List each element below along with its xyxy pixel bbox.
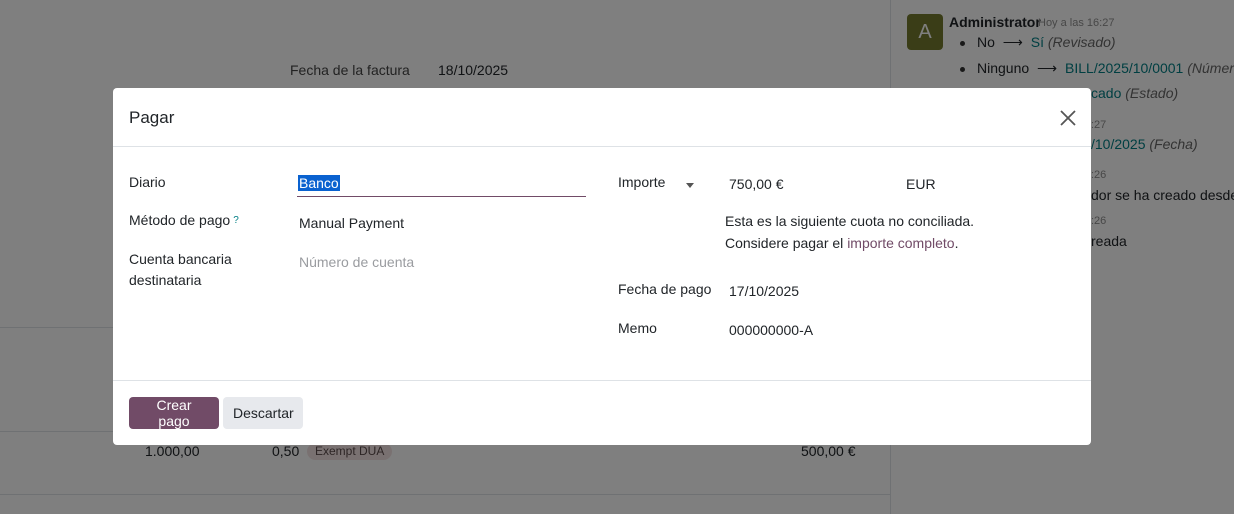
help-icon[interactable]: ? bbox=[233, 215, 239, 226]
bank-account-label: Cuenta bancaria destinataria bbox=[129, 251, 232, 288]
memo-input[interactable]: 000000000-A bbox=[729, 322, 813, 338]
payment-date-label: Fecha de pago bbox=[618, 281, 712, 297]
amount-label: Importe bbox=[618, 174, 666, 190]
dialog-title: Pagar bbox=[129, 108, 175, 127]
journal-label: Diario bbox=[129, 174, 166, 190]
currency-field[interactable]: EUR bbox=[906, 176, 936, 192]
full-amount-link[interactable]: importe completo bbox=[847, 235, 954, 251]
journal-field-underline bbox=[297, 196, 586, 197]
memo-label: Memo bbox=[618, 320, 657, 336]
chevron-down-icon[interactable] bbox=[686, 183, 694, 188]
close-icon bbox=[1060, 110, 1076, 126]
installment-note: Esta es la siguiente cuota no conciliada… bbox=[725, 213, 975, 229]
create-payment-button[interactable]: Crear pago bbox=[129, 397, 219, 429]
close-button[interactable] bbox=[1057, 107, 1079, 129]
dialog-header: Pagar bbox=[113, 88, 1091, 147]
payment-date-input[interactable]: 17/10/2025 bbox=[729, 283, 799, 299]
bank-account-input[interactable]: Número de cuenta bbox=[299, 254, 414, 270]
payment-dialog: Pagar Diario Banco Método de pago? Manua… bbox=[113, 88, 1091, 445]
installment-note: Considere pagar el importe completo. bbox=[725, 235, 959, 251]
payment-method-label: Método de pago? bbox=[129, 212, 239, 228]
journal-select[interactable]: Banco bbox=[298, 175, 340, 191]
dialog-footer: Crear pago Descartar bbox=[113, 380, 1091, 446]
journal-value: Banco bbox=[298, 175, 340, 191]
amount-input[interactable]: 750,00 € bbox=[729, 176, 784, 192]
discard-button[interactable]: Descartar bbox=[223, 397, 303, 429]
payment-method-field[interactable]: Manual Payment bbox=[299, 215, 404, 231]
